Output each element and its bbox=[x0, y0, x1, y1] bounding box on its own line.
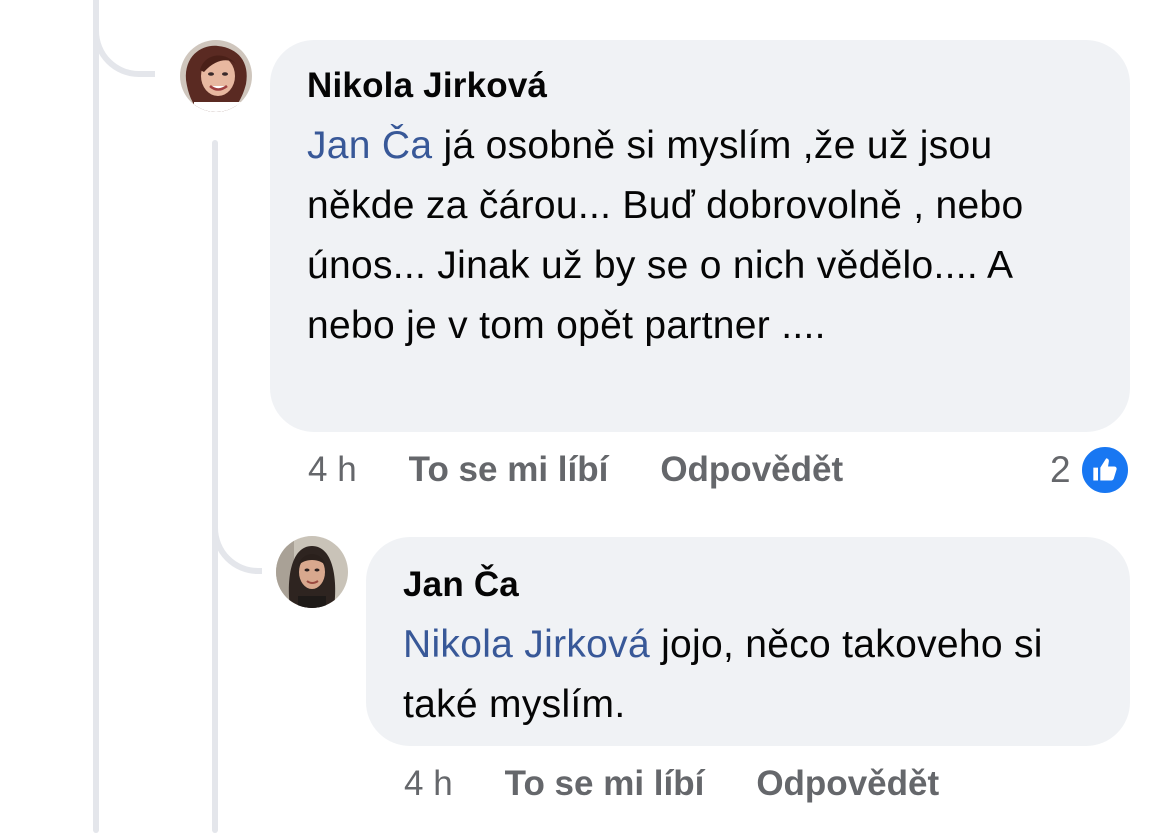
mention-link[interactable]: Nikola Jirková bbox=[403, 623, 650, 666]
comment-actions: 4 h To se mi líbí Odpovědět bbox=[308, 448, 895, 492]
comment-timestamp[interactable]: 4 h bbox=[308, 448, 357, 492]
thread-line bbox=[93, 0, 99, 833]
comment-text: Jan Ča já osobně si myslím ,že už jsou n… bbox=[307, 116, 1094, 356]
reply-thread-line bbox=[212, 140, 218, 833]
comment-bubble: Nikola Jirková Jan Ča já osobně si myslí… bbox=[270, 40, 1130, 432]
thumbs-up-icon bbox=[1078, 444, 1131, 496]
avatar-nikola-jirkova[interactable] bbox=[180, 40, 252, 112]
reply-connector bbox=[212, 490, 262, 574]
comment-timestamp[interactable]: 4 h bbox=[404, 762, 453, 806]
reply-button[interactable]: Odpovědět bbox=[756, 762, 939, 806]
reactions-count: 2 bbox=[1050, 449, 1071, 490]
like-button[interactable]: To se mi líbí bbox=[409, 448, 609, 492]
comment-author[interactable]: Nikola Jirková bbox=[307, 64, 1094, 108]
comment-author[interactable]: Jan Ča bbox=[403, 563, 1094, 607]
reply-actions: 4 h To se mi líbí Odpovědět bbox=[404, 762, 991, 806]
avatar-jan-ca[interactable] bbox=[276, 536, 348, 608]
mention-link[interactable]: Jan Ča bbox=[307, 124, 432, 167]
reactions-summary[interactable]: 2 bbox=[1050, 444, 1131, 496]
reply-button[interactable]: Odpovědět bbox=[660, 448, 843, 492]
comment-text: Nikola Jirková jojo, něco takoveho si ta… bbox=[403, 615, 1094, 735]
thread-connector bbox=[93, 0, 155, 77]
like-button[interactable]: To se mi líbí bbox=[505, 762, 705, 806]
reply-bubble: Jan Ča Nikola Jirková jojo, něco takoveh… bbox=[366, 537, 1130, 746]
